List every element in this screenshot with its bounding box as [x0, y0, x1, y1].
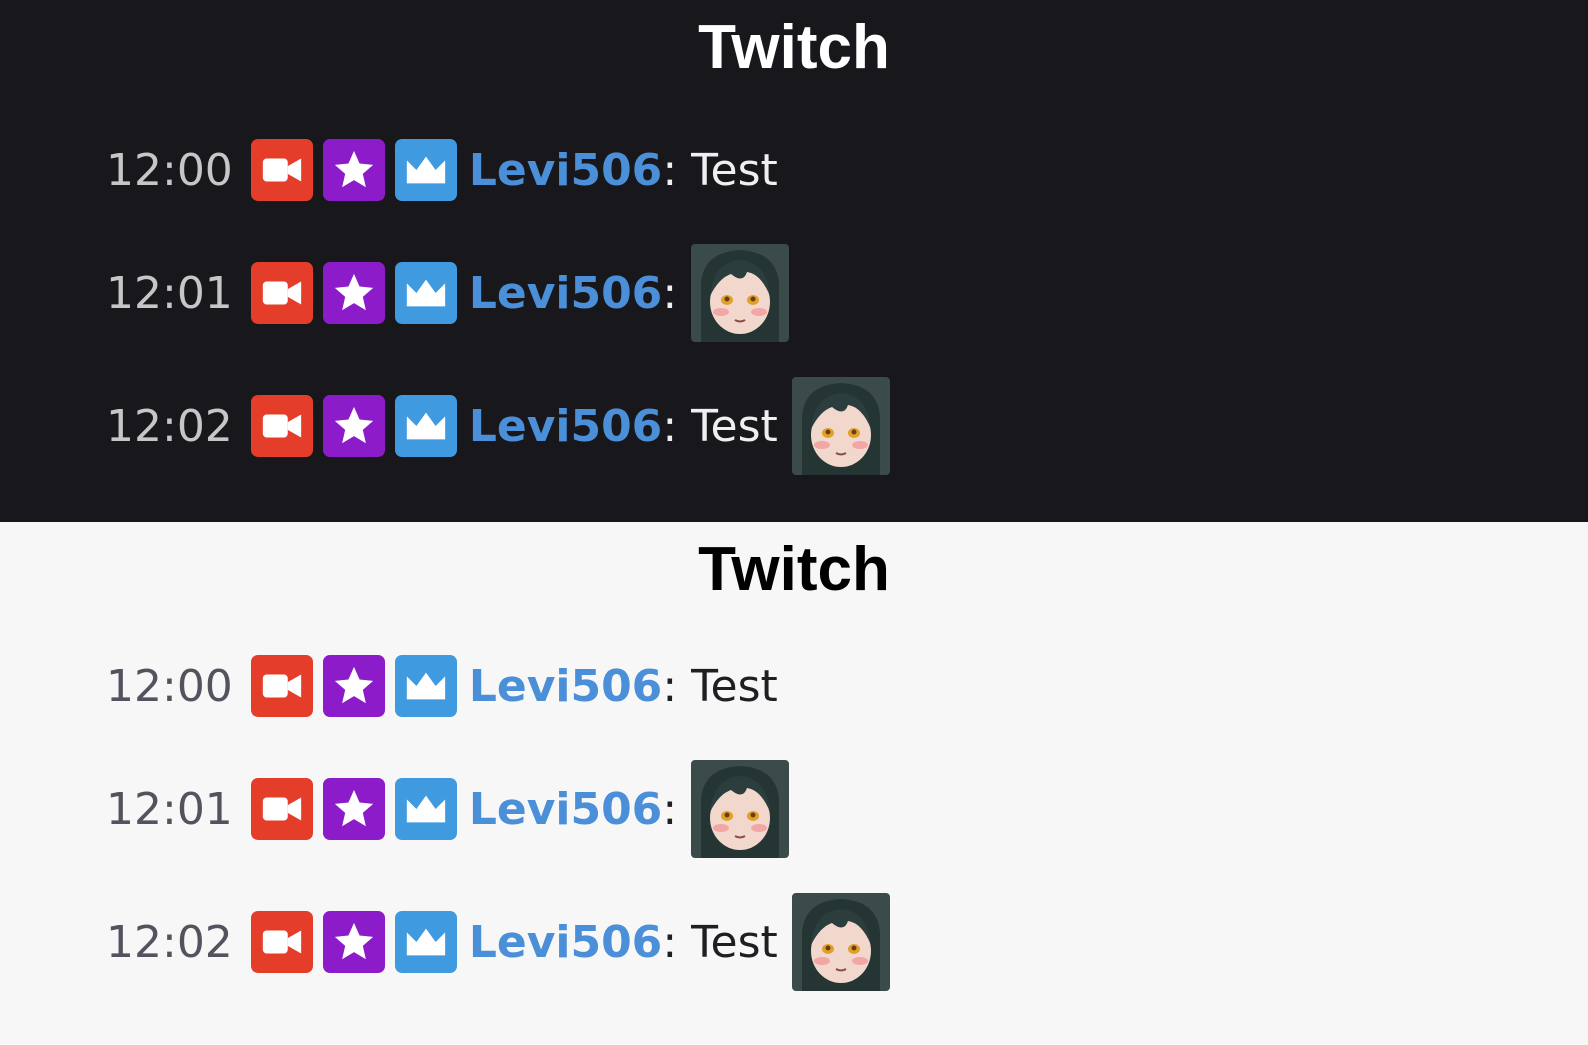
chat-message: 12:02 Levi506: Test: [106, 376, 890, 476]
broadcaster-badge-icon[interactable]: [250, 655, 313, 717]
emote-anime-face-icon[interactable]: [691, 244, 789, 342]
emote-anime-face-icon[interactable]: [792, 377, 890, 475]
vip-crown-icon[interactable]: [394, 911, 457, 973]
broadcaster-badge-icon[interactable]: [250, 778, 313, 840]
message-timestamp: 12:01: [106, 783, 233, 835]
chat-message: 12:02 Levi506: Test: [106, 892, 890, 992]
panel-title: Twitch: [698, 535, 890, 604]
vip-crown-icon[interactable]: [394, 262, 457, 324]
message-separator: :: [662, 144, 678, 196]
message-separator: :: [662, 660, 678, 712]
chat-message: 12:01 Levi506:: [106, 759, 789, 859]
subscriber-star-icon[interactable]: [322, 395, 385, 457]
broadcaster-badge-icon[interactable]: [250, 139, 313, 201]
message-timestamp: 12:01: [106, 267, 233, 319]
subscriber-star-icon[interactable]: [322, 778, 385, 840]
chat-panel-light: Twitch 12:00 Levi506: Test 12:01 Levi506…: [0, 522, 1588, 1045]
username[interactable]: Levi506: [469, 145, 663, 196]
vip-crown-icon[interactable]: [394, 395, 457, 457]
broadcaster-badge-icon[interactable]: [250, 395, 313, 457]
message-text: Test: [691, 144, 778, 196]
username[interactable]: Levi506: [469, 784, 663, 835]
subscriber-star-icon[interactable]: [322, 262, 385, 324]
message-separator: :: [662, 267, 678, 319]
panel-title: Twitch: [698, 13, 890, 82]
message-text: Test: [691, 660, 778, 712]
subscriber-star-icon[interactable]: [322, 139, 385, 201]
username[interactable]: Levi506: [469, 917, 663, 968]
message-separator: :: [662, 916, 678, 968]
subscriber-star-icon[interactable]: [322, 911, 385, 973]
broadcaster-badge-icon[interactable]: [250, 262, 313, 324]
emote-anime-face-icon[interactable]: [792, 893, 890, 991]
vip-crown-icon[interactable]: [394, 655, 457, 717]
username[interactable]: Levi506: [469, 661, 663, 712]
username[interactable]: Levi506: [469, 401, 663, 452]
message-timestamp: 12:00: [106, 660, 233, 712]
chat-message: 12:00 Levi506: Test: [106, 120, 778, 220]
message-text: Test: [691, 916, 778, 968]
message-separator: :: [662, 400, 678, 452]
message-timestamp: 12:00: [106, 144, 233, 196]
broadcaster-badge-icon[interactable]: [250, 911, 313, 973]
emote-anime-face-icon[interactable]: [691, 760, 789, 858]
subscriber-star-icon[interactable]: [322, 655, 385, 717]
vip-crown-icon[interactable]: [394, 139, 457, 201]
username[interactable]: Levi506: [469, 268, 663, 319]
message-timestamp: 12:02: [106, 916, 233, 968]
vip-crown-icon[interactable]: [394, 778, 457, 840]
message-text: Test: [691, 400, 778, 452]
message-separator: :: [662, 783, 678, 835]
chat-message: 12:01 Levi506:: [106, 243, 789, 343]
chat-message: 12:00 Levi506: Test: [106, 636, 778, 736]
message-timestamp: 12:02: [106, 400, 233, 452]
chat-panel-dark: Twitch 12:00 Levi506: Test 12:01 Levi506…: [0, 0, 1588, 522]
